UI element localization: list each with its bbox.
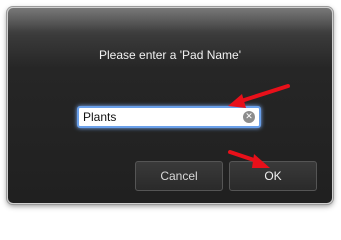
cancel-button[interactable]: Cancel xyxy=(135,161,223,191)
clear-icon[interactable]: ✕ xyxy=(243,111,255,123)
dialog-gloss xyxy=(8,8,332,32)
red-arrow-icon xyxy=(228,150,270,168)
red-arrow-icon xyxy=(228,84,290,108)
dialog-prompt: Please enter a 'Pad Name' xyxy=(99,48,241,62)
pad-name-input[interactable] xyxy=(83,110,233,124)
